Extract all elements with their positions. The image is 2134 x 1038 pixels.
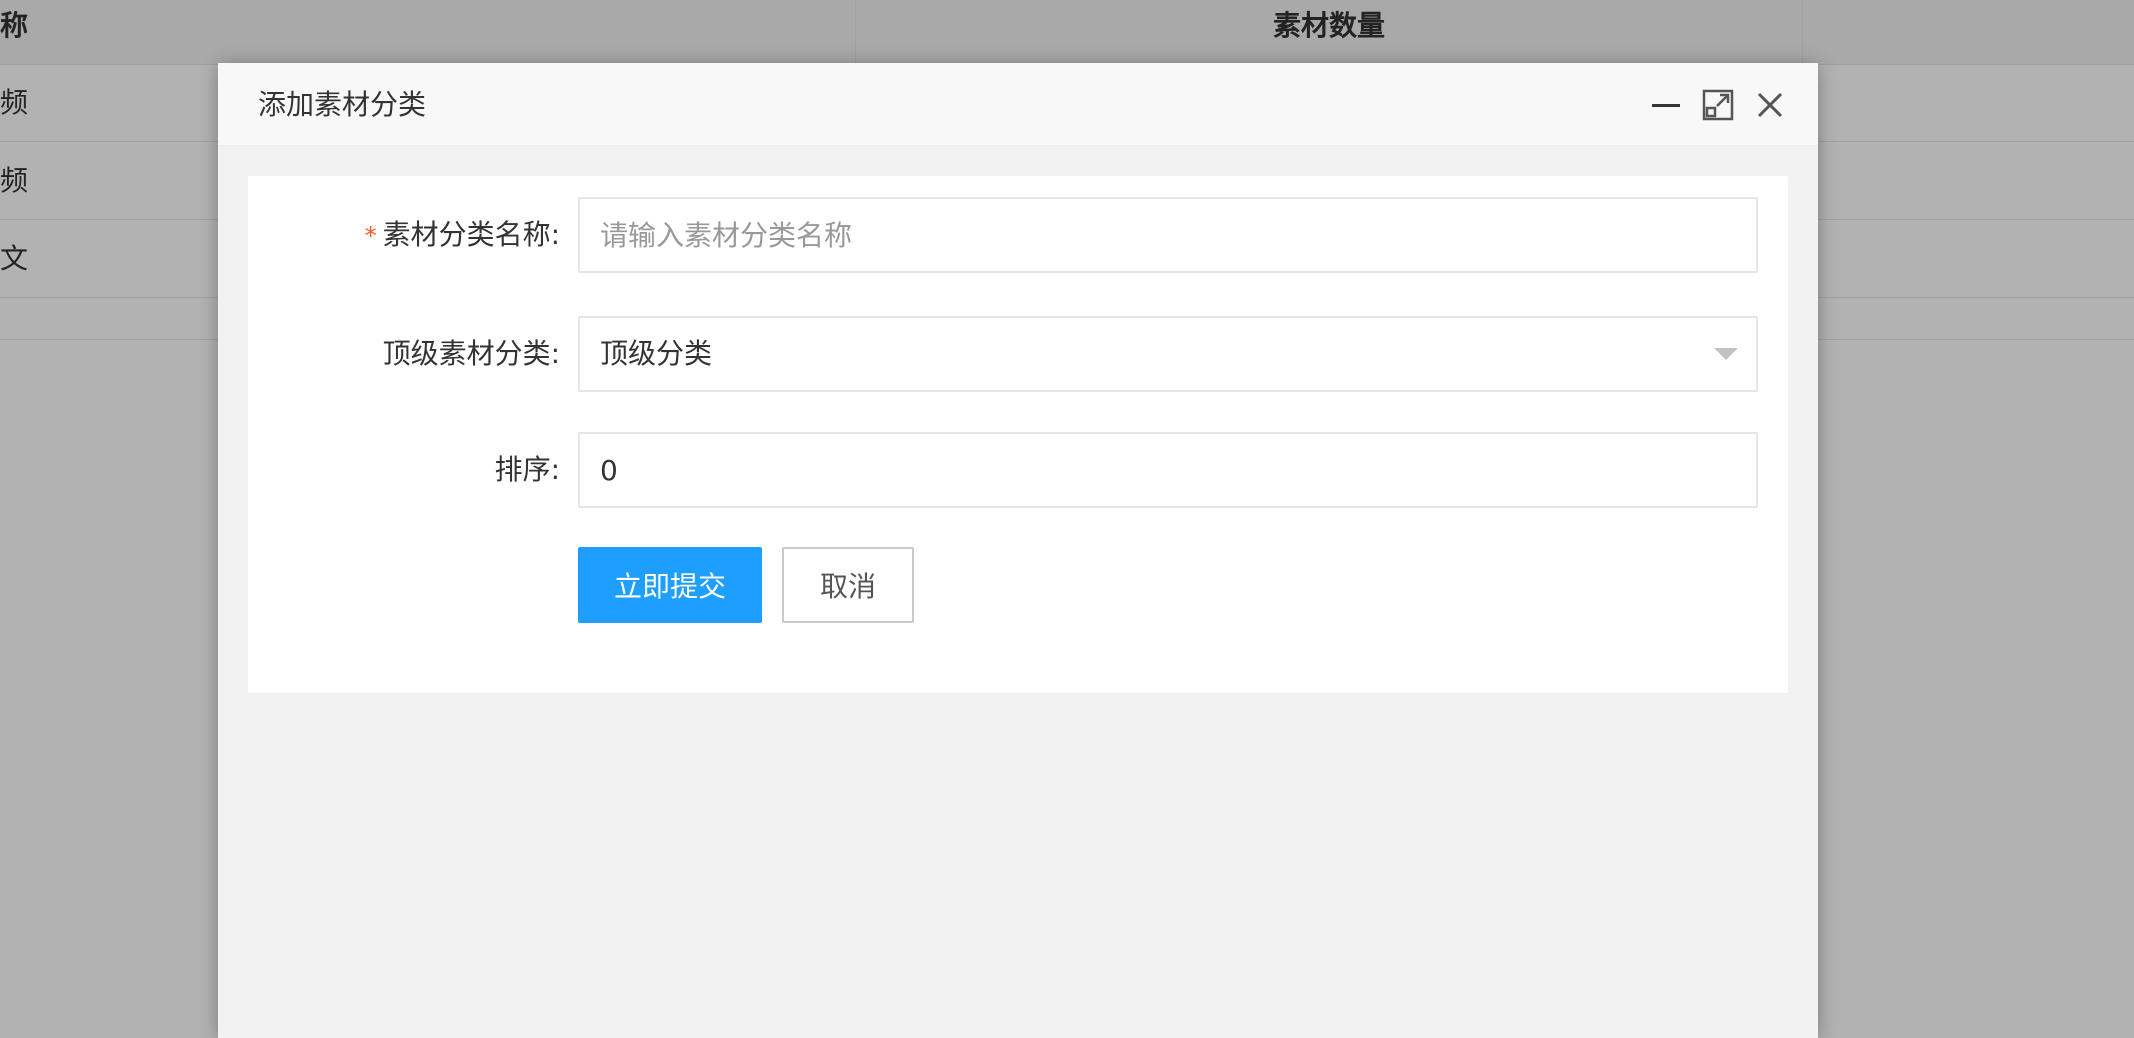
- dialog-title: 添加素材分类: [258, 88, 427, 121]
- parent-category-label: 顶级素材分类:: [382, 337, 560, 370]
- close-icon: [1757, 92, 1783, 118]
- category-name-label: * 素材分类名称:: [248, 197, 560, 273]
- close-button[interactable]: [1752, 87, 1788, 123]
- maximize-icon: [1702, 89, 1734, 121]
- dialog-titlebar[interactable]: 添加素材分类: [218, 63, 1818, 146]
- parent-category-selected: 顶级分类: [600, 337, 713, 370]
- category-name-label-text: 素材分类名称:: [382, 218, 560, 251]
- add-category-dialog: 添加素材分类 * 素材分类名称: 请输入素材分类名称 顶级素材分类: 顶级分类 …: [218, 63, 1818, 1038]
- category-name-input[interactable]: [578, 197, 1758, 273]
- minimize-icon: [1652, 104, 1680, 107]
- caret-down-icon: [1714, 348, 1738, 360]
- category-form: *素材分类名称: 顶级素材分类: 顶级分类 排序: 立即提交 取消: [248, 176, 1788, 693]
- form-row-parent: 顶级素材分类: 顶级分类: [248, 316, 1788, 392]
- cancel-button[interactable]: 取消: [782, 547, 914, 623]
- maximize-button[interactable]: [1700, 87, 1736, 123]
- minimize-button[interactable]: [1648, 87, 1684, 123]
- sort-label: 排序:: [494, 453, 560, 486]
- submit-button[interactable]: 立即提交: [578, 547, 762, 623]
- sort-input[interactable]: [578, 432, 1758, 508]
- parent-category-select[interactable]: 顶级分类: [578, 316, 1758, 392]
- required-mark: *: [364, 222, 377, 250]
- form-actions: 立即提交 取消: [248, 547, 1788, 623]
- form-row-sort: 排序:: [248, 432, 1788, 508]
- form-row-name: * 素材分类名称:: [248, 197, 1788, 273]
